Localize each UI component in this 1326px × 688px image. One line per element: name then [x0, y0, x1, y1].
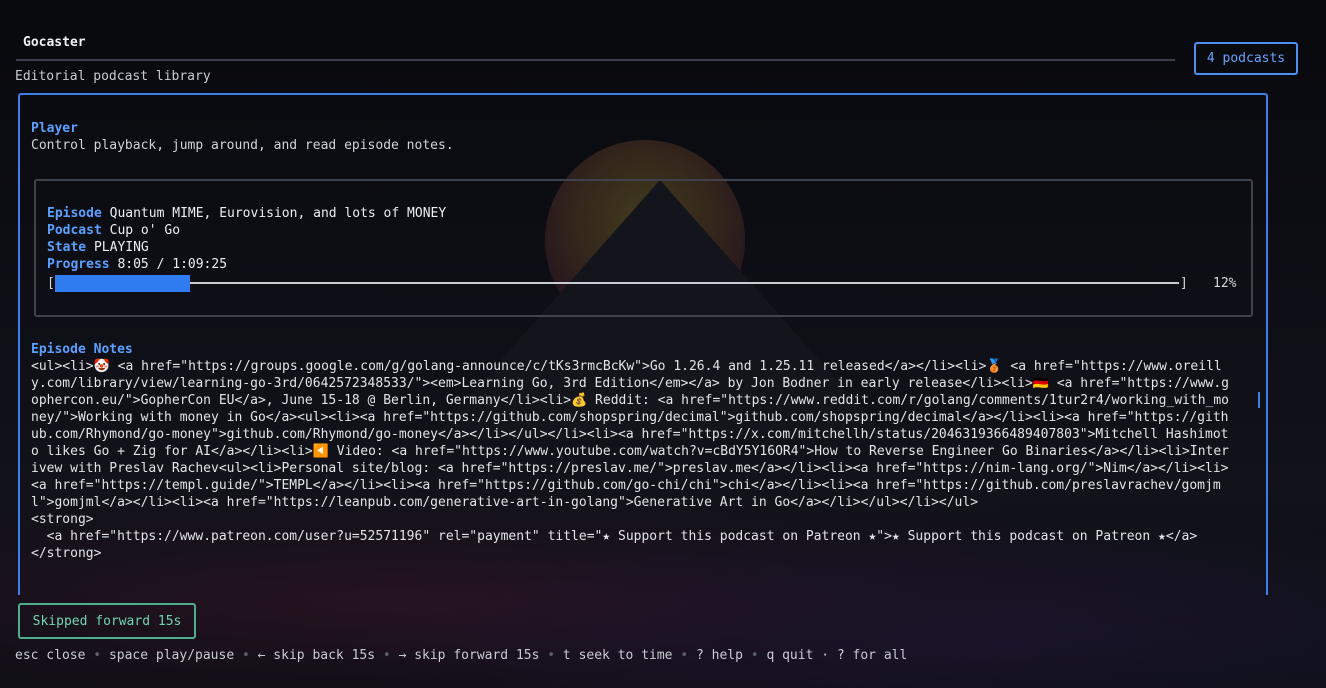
title-divider	[16, 59, 1175, 61]
player-section-description: Control playback, jump around, and read …	[31, 138, 454, 153]
help-item: → skip forward 15s	[398, 648, 540, 663]
now-playing-box: Episode Quantum MIME, Eurovision, and lo…	[34, 179, 1253, 317]
progress-label: Progress	[47, 257, 110, 272]
progress-percent: 12%	[1213, 276, 1237, 291]
episode-notes-body: <ul><li>🤡 <a href="https://groups.google…	[31, 359, 1230, 561]
player-panel: Player Control playback, jump around, an…	[18, 93, 1268, 595]
podcast-label: Podcast	[47, 223, 102, 238]
podcast-value: Cup o' Go	[109, 223, 181, 238]
state-row: State PLAYING	[47, 239, 149, 256]
help-separator: •	[672, 648, 696, 663]
help-item: ← skip back 15s	[257, 648, 376, 663]
podcast-count-badge: 4 podcasts	[1194, 42, 1298, 75]
episode-notes-title: Episode Notes	[31, 342, 133, 357]
help-item: esc close	[15, 648, 86, 663]
help-separator: •	[234, 648, 258, 663]
app-subtitle: Editorial podcast library	[15, 69, 211, 84]
progress-track	[55, 282, 1179, 284]
player-section-title: Player	[31, 121, 78, 136]
progress-bar[interactable]: [ ] 12%	[47, 275, 1242, 292]
podcast-row: Podcast Cup o' Go	[47, 222, 180, 239]
progress-time: 8:05 / 1:09:25	[117, 257, 228, 272]
help-item: space play/pause	[108, 648, 235, 663]
state-value: PLAYING	[93, 240, 149, 255]
notes-scrollbar[interactable]	[1258, 392, 1260, 408]
status-toast: Skipped forward 15s	[18, 603, 196, 639]
help-separator: •	[375, 648, 399, 663]
help-item: ? help	[695, 648, 743, 663]
help-item: t seek to time	[562, 648, 673, 663]
progress-bracket-left: [	[47, 276, 55, 291]
episode-label: Episode	[47, 206, 102, 221]
progress-row: Progress 8:05 / 1:09:25	[47, 256, 227, 273]
episode-value: Quantum MIME, Eurovision, and lots of MO…	[109, 206, 447, 221]
state-label: State	[47, 240, 87, 255]
progress-bracket-right: ]	[1180, 276, 1188, 291]
episode-row: Episode Quantum MIME, Eurovision, and lo…	[47, 205, 446, 222]
app-title: Gocaster	[23, 35, 86, 50]
help-separator: •	[85, 648, 109, 663]
help-separator: •	[742, 648, 767, 663]
help-separator: •	[539, 648, 563, 663]
keyboard-help-bar: esc close • space play/pause • ← skip ba…	[15, 647, 907, 664]
help-item: q quit · ? for all	[766, 648, 908, 663]
progress-fill	[55, 275, 190, 292]
